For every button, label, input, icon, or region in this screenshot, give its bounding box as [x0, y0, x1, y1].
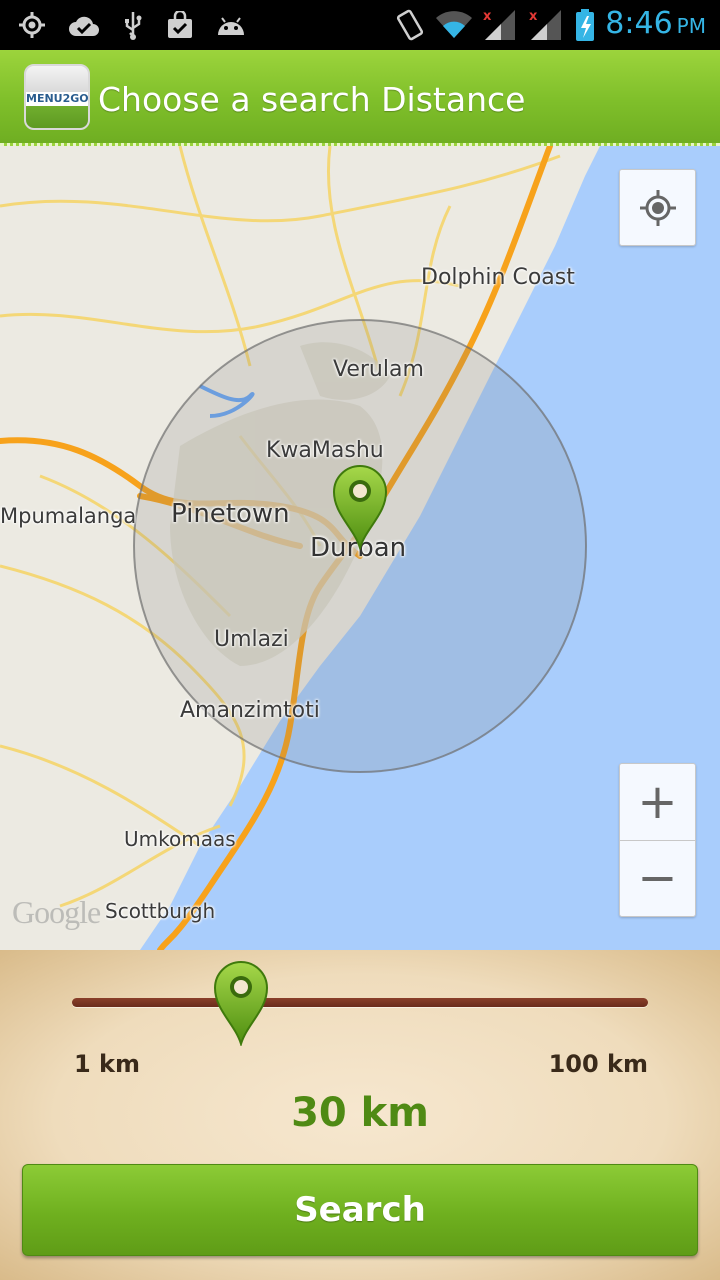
place-label: Pinetown	[171, 499, 290, 529]
app-logo-text: MENU2GO	[26, 92, 89, 106]
android-icon	[218, 17, 244, 35]
app-logo-icon[interactable]: MENU2GO	[24, 64, 90, 130]
signal-icon: x	[483, 9, 516, 40]
gps-icon	[19, 12, 45, 38]
clock: 8:46 PM	[605, 3, 706, 47]
signal-icon: x	[529, 9, 562, 40]
clock-time: 8:46	[605, 6, 673, 41]
page-title: Choose a search Distance	[98, 80, 526, 119]
svg-text:x: x	[529, 9, 538, 24]
selected-distance: 30 km	[291, 1090, 429, 1136]
zoom-controls: + −	[619, 763, 696, 917]
system-icons: x x 8:46 PM	[395, 4, 706, 46]
battery-charging-icon	[576, 9, 595, 41]
place-label: KwaMashu	[266, 438, 384, 463]
check-cloud-icon	[69, 16, 99, 36]
slider-min-label: 1 km	[74, 1050, 141, 1078]
crosshair-icon	[639, 189, 676, 226]
clock-ampm: PM	[676, 14, 706, 38]
zoom-out-button[interactable]: −	[620, 841, 695, 917]
google-attribution-logo: Google	[12, 894, 101, 930]
usb-icon	[125, 12, 142, 40]
shopping-bag-icon	[168, 11, 192, 38]
place-label: Umlazi	[214, 627, 289, 652]
location-pin-icon[interactable]	[332, 464, 388, 550]
status-bar: x x 8:46 PM	[0, 0, 720, 50]
place-label: Scottburgh	[105, 899, 216, 923]
place-label: Mpumalanga	[0, 504, 137, 528]
place-label: Umkomaas	[124, 827, 236, 851]
svg-text:x: x	[483, 9, 492, 24]
search-button[interactable]: Search	[22, 1164, 698, 1256]
slider-max-label: 100 km	[548, 1050, 648, 1078]
wifi-icon	[436, 11, 473, 38]
place-label: Verulam	[333, 357, 424, 382]
slider-thumb-pin-icon[interactable]	[213, 960, 269, 1046]
place-label: Dolphin Coast	[421, 265, 575, 290]
distance-panel: 1 km 100 km 30 km Search	[0, 950, 720, 1280]
distance-slider-track[interactable]	[72, 998, 648, 1007]
zoom-in-button[interactable]: +	[620, 764, 695, 840]
place-label: Amanzimtoti	[180, 698, 320, 723]
map-view[interactable]: Dolphin Coast Verulam KwaMashu Mpumalang…	[0, 146, 720, 950]
notification-icons	[18, 8, 246, 42]
vibrate-icon	[397, 9, 424, 41]
action-bar: MENU2GO Choose a search Distance	[0, 50, 720, 146]
my-location-button[interactable]	[619, 169, 696, 246]
